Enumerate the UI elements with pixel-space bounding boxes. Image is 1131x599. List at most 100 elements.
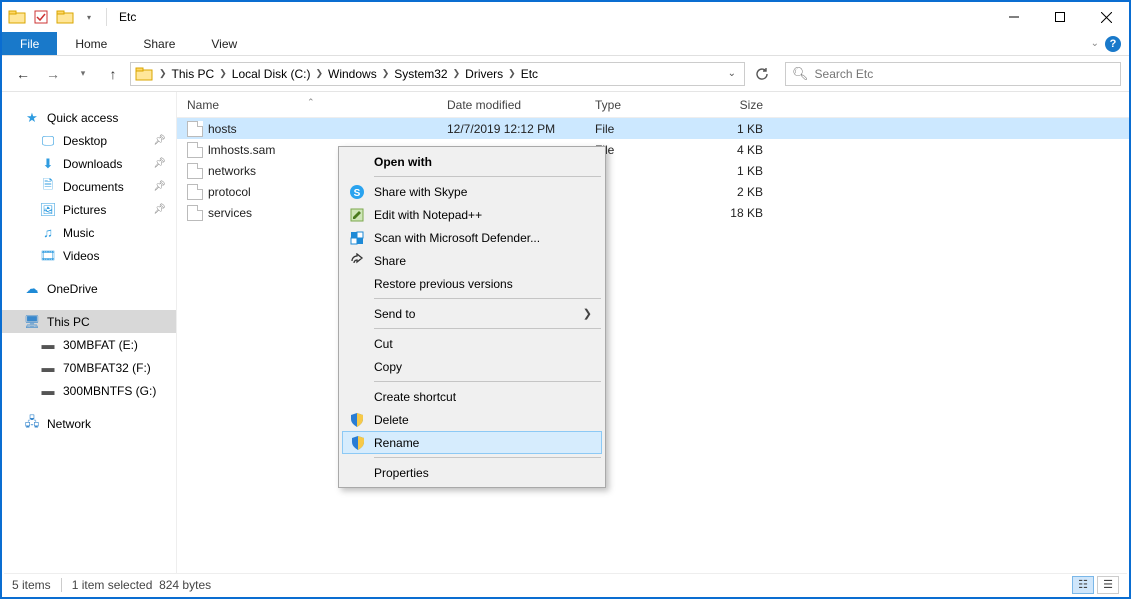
ctx-scan-with-microsoft-defender[interactable]: Scan with Microsoft Defender... [342,226,602,249]
ctx-delete[interactable]: Delete [342,408,602,431]
file-row[interactable]: lmhosts.sam File4 KB [177,139,1129,160]
file-row[interactable]: hosts12/7/2019 12:12 PMFile1 KB [177,118,1129,139]
maximize-button[interactable] [1037,2,1083,32]
chevron-right-icon[interactable]: ❯ [505,68,519,79]
file-row[interactable]: services18 KB [177,202,1129,223]
bc-drivers[interactable]: Drivers [463,67,505,81]
bc-drive[interactable]: Local Disk (C:) [230,67,313,81]
nav-quick-item[interactable]: ⬇Downloads📌︎ [2,152,176,175]
nav-onedrive[interactable]: ☁ OneDrive [2,277,176,300]
view-icons-button[interactable]: ☰ [1097,576,1119,594]
chevron-right-icon[interactable]: ❯ [312,68,326,79]
nav-quick-item[interactable]: 🖵Desktop📌︎ [2,129,176,152]
file-name: services [208,206,252,220]
ctx-copy[interactable]: Copy [342,355,602,378]
drive-icon: ▬ [40,383,56,399]
drive-icon: ▬ [40,360,56,376]
folder-icon [135,65,153,83]
ctx-share-with-skype[interactable]: SShare with Skype [342,180,602,203]
chevron-right-icon[interactable]: ❯ [156,68,170,79]
nav-drive-item[interactable]: ▬30MBFAT (E:) [2,333,176,356]
pin-icon: 📌︎ [153,181,166,192]
close-button[interactable] [1083,2,1129,32]
up-button[interactable]: ↑ [100,61,126,87]
ctx-send-to[interactable]: Send to❯ [342,302,602,325]
bc-etc[interactable]: Etc [519,67,540,81]
breadcrumb[interactable]: ❯ This PC ❯ Local Disk (C:) ❯ Windows ❯ … [130,62,745,86]
nav-network[interactable]: 🖧 Network [2,412,176,435]
bc-windows[interactable]: Windows [326,67,379,81]
ctx-label: Edit with Notepad++ [374,208,482,222]
shield-icon [349,434,367,452]
view-details-button[interactable]: ☷ [1072,576,1094,594]
documents-icon: 🗎 [40,179,56,195]
nav-quick-access[interactable]: ★ Quick access [2,106,176,129]
nav-quick-item[interactable]: 🗎Documents📌︎ [2,175,176,198]
tab-view[interactable]: View [193,37,255,51]
ctx-rename[interactable]: Rename [342,431,602,454]
nav-quick-item[interactable]: 🖼Pictures📌︎ [2,198,176,221]
nav-quick-item[interactable]: 🎞Videos [2,244,176,267]
qat-dropdown-icon[interactable]: ▾ [78,6,100,28]
file-type: File [585,122,705,136]
ctx-cut[interactable]: Cut [342,332,602,355]
folder-icon [6,6,28,28]
back-button[interactable]: ← [10,61,36,87]
tab-home[interactable]: Home [57,37,125,51]
ctx-edit-with-notepad[interactable]: Edit with Notepad++ [342,203,602,226]
bc-thispc[interactable]: This PC [170,67,217,81]
pictures-icon: 🖼 [40,202,56,218]
column-name[interactable]: Name⌃ [177,98,437,112]
file-row[interactable]: networks1 KB [177,160,1129,181]
column-type[interactable]: Type [585,98,705,112]
ctx-create-shortcut[interactable]: Create shortcut [342,385,602,408]
nav-this-pc[interactable]: 🖥 This PC [2,310,176,333]
chevron-right-icon[interactable]: ❯ [379,68,393,79]
address-dropdown-icon[interactable]: ⌄ [728,68,736,79]
ctx-separator [374,298,601,299]
help-icon[interactable]: ? [1105,36,1121,52]
ctx-properties[interactable]: Properties [342,461,602,484]
nav-label: Pictures [63,203,106,217]
file-tab[interactable]: File [2,32,57,55]
search-input[interactable] [815,67,1114,81]
bc-system32[interactable]: System32 [392,67,449,81]
ctx-restore-previous-versions[interactable]: Restore previous versions [342,272,602,295]
ctx-label: Scan with Microsoft Defender... [374,231,540,245]
ribbon-expand-icon[interactable]: ⌄ [1091,38,1099,49]
recent-dropdown-icon[interactable]: ▾ [70,61,96,87]
column-date[interactable]: Date modified [437,98,585,112]
videos-icon: 🎞 [40,248,56,264]
column-headers: Name⌃ Date modified Type Size [177,92,1129,118]
file-row[interactable]: protocol2 KB [177,181,1129,202]
tab-share[interactable]: Share [125,37,193,51]
ctx-share[interactable]: Share [342,249,602,272]
ctx-label: Copy [374,360,402,374]
folder-icon-small [54,6,76,28]
file-icon [187,121,203,137]
qat-properties-icon[interactable] [30,6,52,28]
cloud-icon: ☁ [24,281,40,297]
window-title: Etc [119,10,136,24]
nav-label: Music [63,226,94,240]
ctx-label: Properties [374,466,429,480]
ctx-separator [374,328,601,329]
titlebar: ▾ Etc [2,2,1129,32]
refresh-button[interactable] [749,62,775,86]
forward-button[interactable]: → [40,61,66,87]
file-name: hosts [208,122,237,136]
chevron-right-icon[interactable]: ❯ [450,68,464,79]
search-box[interactable]: 🔍︎ [785,62,1121,86]
minimize-button[interactable] [991,2,1037,32]
nav-drive-item[interactable]: ▬70MBFAT32 (F:) [2,356,176,379]
sort-asc-icon: ⌃ [307,97,315,108]
ctx-label: Create shortcut [374,390,456,404]
nav-quick-item[interactable]: ♫Music [2,221,176,244]
ctx-open-with[interactable]: Open with [342,150,602,173]
navigation-pane: ★ Quick access 🖵Desktop📌︎⬇Downloads📌︎🗎Do… [2,92,177,573]
nav-drive-item[interactable]: ▬300MBNTFS (G:) [2,379,176,402]
column-size[interactable]: Size [705,98,775,112]
status-bar: 5 items 1 item selected 824 bytes ☷ ☰ [4,573,1127,595]
chevron-right-icon: ❯ [583,307,592,320]
chevron-right-icon[interactable]: ❯ [216,68,230,79]
